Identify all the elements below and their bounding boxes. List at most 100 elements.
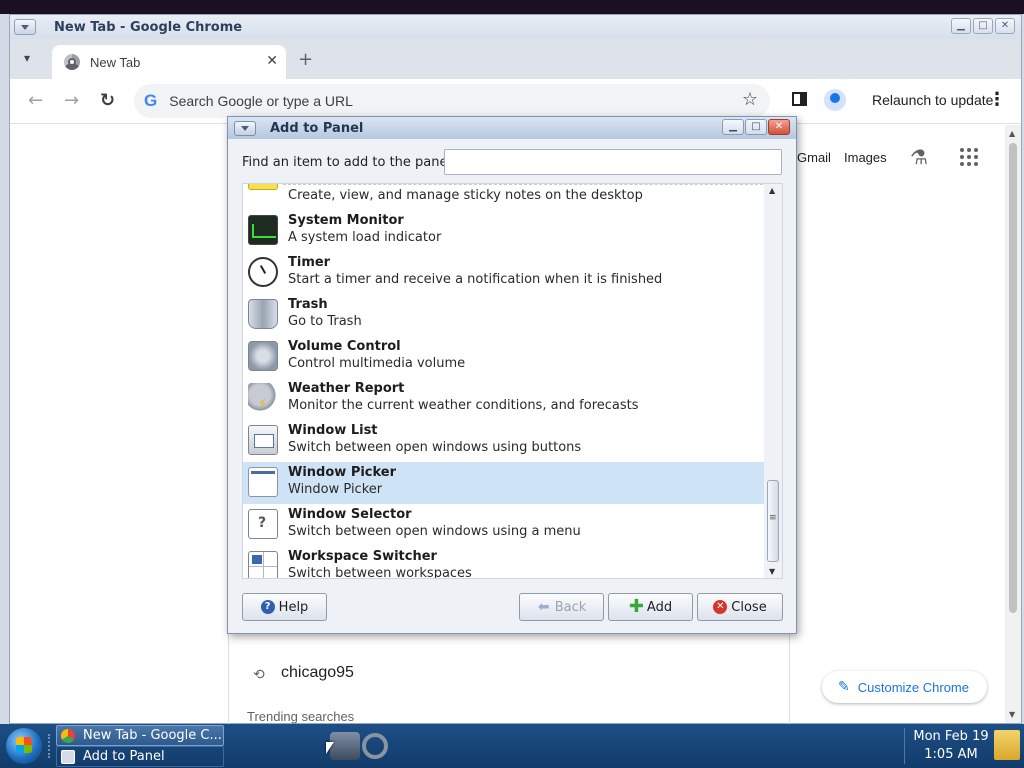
applet-name: Window List: [288, 423, 378, 438]
tab-new-tab[interactable]: New Tab ✕: [52, 45, 286, 79]
applet-list-scrollbar[interactable]: ▲ ▼: [764, 184, 782, 578]
folder-icon[interactable]: [994, 730, 1020, 760]
dialog-minimize-icon[interactable]: ▁: [722, 119, 744, 135]
customize-chrome-button[interactable]: ✎ Customize Chrome: [822, 671, 987, 703]
media-tray-icon[interactable]: [330, 732, 360, 760]
maximize-icon[interactable]: □: [973, 18, 993, 34]
applet-name: Weather Report: [288, 381, 405, 396]
dialog-window-icon: [61, 749, 75, 764]
history-suggestion[interactable]: chicago95: [281, 664, 354, 682]
workspace-switcher-icon: [248, 551, 278, 578]
taskbar-separator: [48, 734, 51, 758]
applet-list-item[interactable]: Volume Control Control multimedia volume: [243, 336, 764, 378]
window-controls: ▁ □ ✕: [951, 18, 1015, 34]
add-button-label: Add: [646, 599, 673, 615]
disc-tray-icon[interactable]: [362, 733, 388, 759]
tab-strip: ▾ New Tab ✕ +: [10, 39, 1021, 79]
relaunch-to-update-button[interactable]: Relaunch to update: [872, 92, 993, 108]
side-panel-icon[interactable]: [792, 92, 807, 106]
applet-name: Timer: [288, 255, 331, 270]
add-plus-icon: ✚: [628, 596, 644, 617]
clock[interactable]: Mon Feb 19 1:05 AM: [906, 728, 996, 764]
trending-searches-label[interactable]: Trending searches: [247, 709, 354, 724]
clock-separator: [904, 728, 905, 764]
forward-arrow-icon[interactable]: →: [64, 90, 79, 111]
minimize-icon[interactable]: ▁: [951, 18, 971, 34]
images-link[interactable]: Images: [844, 150, 887, 165]
applet-list-item[interactable]: Window List Switch between open windows u…: [243, 420, 764, 462]
chrome-menu-icon[interactable]: ⋮: [988, 89, 1006, 110]
dialog-close-icon[interactable]: ✕: [768, 119, 790, 135]
scroll-down-arrow-icon[interactable]: ▼: [1009, 710, 1015, 719]
trash-icon: [248, 299, 278, 329]
taskbar: New Tab - Google C... Add to Panel Mon F…: [0, 724, 1024, 768]
dialog-menu-button[interactable]: [234, 120, 256, 136]
profile-avatar-icon[interactable]: [824, 89, 846, 111]
scroll-thumb[interactable]: [1009, 143, 1017, 613]
new-tab-plus-icon[interactable]: +: [298, 49, 313, 70]
close-x-icon: ✕: [713, 600, 728, 614]
help-icon: ?: [260, 600, 275, 614]
scroll-up-arrow-icon[interactable]: ▲: [1009, 129, 1015, 138]
taskbar-item-label: New Tab - Google C...: [83, 728, 222, 743]
applet-description: Go to Trash: [288, 314, 362, 329]
system-monitor-icon: [248, 215, 278, 245]
labs-flask-icon[interactable]: ⚗: [910, 145, 928, 169]
back-arrow-icon[interactable]: ←: [28, 90, 43, 111]
pencil-icon: ✎: [838, 679, 850, 695]
find-item-label: Find an item to add to the panel:: [242, 155, 456, 170]
applet-description: A system load indicator: [288, 230, 442, 245]
google-apps-icon[interactable]: [960, 148, 978, 166]
omnibox[interactable]: G Search Google or type a URL ☆: [134, 84, 770, 118]
applet-list-item[interactable]: Timer Start a timer and receive a notific…: [243, 252, 764, 294]
tab-search-chevron-icon[interactable]: ▾: [24, 51, 30, 65]
applet-list-item[interactable]: Window Selector Switch between open windo…: [243, 504, 764, 546]
applet-list-item[interactable]: Trash Go to Trash: [243, 294, 764, 336]
taskbar-item-add-to-panel[interactable]: Add to Panel: [56, 746, 224, 767]
list-scroll-thumb[interactable]: [767, 480, 779, 562]
dialog-titlebar[interactable]: Add to Panel ▁ □ ✕: [228, 117, 796, 139]
help-button[interactable]: ? Help: [242, 593, 327, 621]
timer-icon: [248, 257, 278, 287]
reload-icon[interactable]: ↻: [100, 90, 115, 111]
applet-name: Trash: [288, 297, 328, 312]
applet-list-item[interactable]: System Monitor A system load indicator: [243, 210, 764, 252]
taskbar-item-chrome[interactable]: New Tab - Google C...: [56, 725, 224, 746]
applet-list-item[interactable]: Workspace Switcher Switch between workspa…: [243, 546, 764, 578]
applet-description: Control multimedia volume: [288, 356, 466, 371]
add-to-panel-dialog: Add to Panel ▁ □ ✕ Find an item to add t…: [227, 116, 797, 634]
window-menu-button[interactable]: [14, 19, 36, 35]
close-icon[interactable]: ✕: [995, 18, 1015, 34]
add-button[interactable]: ✚ Add: [608, 593, 693, 621]
applet-description: Create, view, and manage sticky notes on…: [288, 188, 643, 203]
bookmark-star-icon[interactable]: ☆: [742, 89, 758, 110]
applet-name: System Monitor: [288, 213, 404, 228]
applet-list-item[interactable]: Weather Report Monitor the current weathe…: [243, 378, 764, 420]
window-list-icon: [248, 425, 278, 455]
applet-list-item[interactable]: Window Picker Window Picker: [243, 462, 764, 504]
back-button-label: Back: [554, 599, 587, 615]
find-item-input[interactable]: [444, 149, 782, 175]
back-button[interactable]: ⬅ Back: [519, 593, 604, 621]
close-button[interactable]: ✕ Close: [697, 593, 783, 621]
list-scroll-up-icon[interactable]: ▲: [769, 186, 775, 195]
gmail-link[interactable]: Gmail: [797, 150, 831, 165]
window-title: New Tab - Google Chrome: [54, 19, 243, 35]
applet-list[interactable]: Create, view, and manage sticky notes on…: [242, 183, 783, 579]
clock-date: Mon Feb 19: [913, 729, 989, 744]
chrome-titlebar[interactable]: New Tab - Google Chrome ▁ □ ✕: [10, 15, 1021, 39]
applet-description: Switch between open windows using a menu: [288, 524, 581, 539]
dialog-title: Add to Panel: [270, 120, 364, 136]
tab-close-icon[interactable]: ✕: [266, 53, 278, 69]
chrome-icon: [61, 728, 75, 743]
applet-description: Switch between open windows using button…: [288, 440, 582, 455]
page-scrollbar[interactable]: ▲ ▼: [1005, 125, 1021, 723]
volume-control-icon: [248, 341, 278, 371]
applet-list-item[interactable]: Create, view, and manage sticky notes on…: [243, 184, 764, 210]
applet-description: Window Picker: [288, 482, 383, 497]
dialog-maximize-icon[interactable]: □: [745, 119, 767, 135]
weather-report-icon: [248, 383, 278, 413]
tab-title: New Tab: [90, 54, 141, 70]
start-menu-icon[interactable]: [6, 728, 42, 764]
list-scroll-down-icon[interactable]: ▼: [769, 567, 775, 576]
